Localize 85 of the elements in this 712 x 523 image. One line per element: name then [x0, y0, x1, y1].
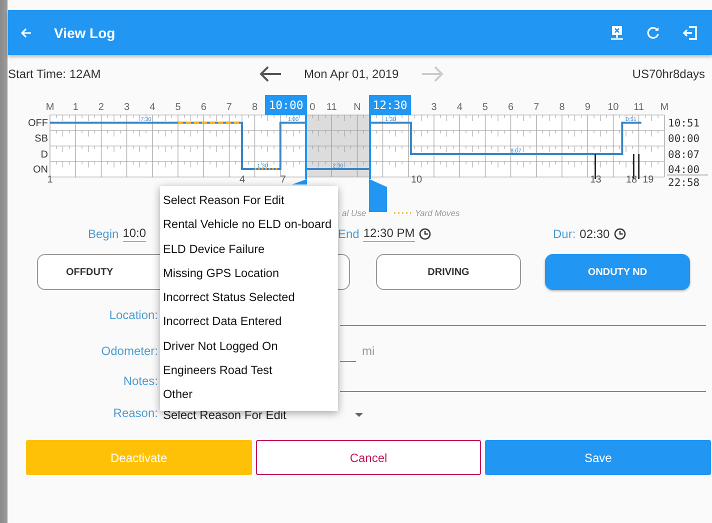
ruleset-label: US70hr8days — [632, 66, 705, 80]
hour-label: 10 — [608, 102, 619, 113]
back-arrow-icon[interactable] — [20, 26, 32, 38]
status-row-label: SB — [34, 134, 48, 144]
duration-label: Dur: — [553, 227, 576, 241]
logout-icon[interactable] — [682, 24, 698, 40]
hour-label: M — [46, 102, 54, 113]
reason-option[interactable]: Missing GPS Location — [160, 260, 338, 286]
hour-label: 9 — [584, 102, 590, 113]
reason-option[interactable]: Rental Vehicle no ELD on-board — [160, 212, 338, 237]
reason-option[interactable]: ELD Device Failure — [160, 236, 338, 261]
reason-dropdown[interactable]: Select Reason For Edit — [163, 408, 363, 426]
event-marker-line — [632, 154, 634, 179]
hour-label: 4 — [150, 102, 156, 113]
hour-label: 2 — [98, 102, 104, 113]
refresh-icon[interactable] — [646, 26, 660, 40]
reason-option[interactable]: Incorrect Data Entered — [160, 309, 338, 334]
yard-move-line — [254, 168, 278, 170]
location-label: Location: — [108, 308, 158, 324]
hour-label: 7 — [226, 102, 232, 113]
event-number: 4 — [239, 174, 245, 186]
status-row-label: D — [40, 150, 48, 160]
computer-x-icon[interactable] — [610, 24, 624, 40]
begin-label: Begin — [88, 227, 119, 241]
log-date: Mon Apr 01, 2019 — [304, 66, 399, 80]
begin-time-field[interactable]: 10:0 — [122, 226, 146, 242]
event-number: 7 — [280, 174, 286, 186]
status-button[interactable]: OFFDUTY — [37, 254, 160, 290]
reason-option[interactable]: Incorrect Status Selected — [160, 285, 338, 310]
event-marker-line — [594, 154, 596, 179]
start-time-label: Start Time: 12AM — [8, 66, 102, 80]
hour-label: 1 — [72, 102, 78, 113]
hour-label: M — [660, 102, 669, 113]
event-number: 13 — [590, 174, 602, 186]
reason-label: Reason: — [112, 406, 158, 422]
clock-icon[interactable] — [418, 228, 431, 240]
selection-line — [369, 115, 371, 179]
status-total: 10:51 — [668, 118, 700, 130]
event-number: 19 — [642, 174, 654, 186]
reason-option[interactable]: Select Reason For Edit — [160, 188, 338, 212]
reason-option[interactable]: Driver Not Logged On — [160, 334, 338, 358]
odometer-unit: mi — [362, 344, 375, 360]
previous-day-arrow-icon[interactable] — [258, 64, 282, 82]
end-label: End — [338, 227, 360, 241]
hour-label: 7 — [534, 102, 540, 113]
hour-label: 8 — [252, 102, 258, 113]
hour-label: 5 — [175, 102, 181, 113]
status-row-label: OFF — [28, 118, 48, 130]
status-total: 00:00 — [668, 133, 700, 145]
hour-label: 6 — [508, 102, 514, 113]
hour-label: 0 — [310, 102, 316, 113]
status-total: 08:07 — [668, 149, 700, 161]
legend-label: al Use — [342, 208, 366, 218]
dropdown-caret-icon — [355, 413, 363, 417]
reason-option[interactable]: Other — [160, 382, 338, 407]
status-button[interactable] — [338, 254, 350, 290]
drag-handle-icon[interactable] — [369, 179, 387, 212]
clock-icon[interactable] — [614, 228, 626, 240]
hour-label: 8 — [559, 102, 565, 113]
hour-label: 3 — [431, 102, 437, 113]
event-number: 10 — [410, 174, 422, 186]
hour-label: 11 — [634, 102, 644, 113]
odometer-label: Odometer: — [100, 344, 158, 360]
status-total: 04:00 — [668, 164, 700, 176]
hour-label: 5 — [482, 102, 488, 113]
event-number: 1 — [47, 174, 53, 186]
grand-total: 22:58 — [668, 177, 700, 189]
hour-label: 4 — [456, 102, 462, 113]
cancel-button[interactable]: Cancel — [256, 440, 482, 475]
yard-move-line — [178, 122, 240, 124]
end-time-field[interactable]: 12:30 PM — [363, 226, 415, 242]
status-row-label: ON — [33, 164, 48, 176]
hour-label: 3 — [124, 102, 130, 113]
reason-option[interactable]: Engineers Road Test — [160, 358, 338, 382]
status-button[interactable]: DRIVING — [376, 254, 521, 290]
legend-label: Yard Moves — [415, 208, 460, 218]
event-marker-line — [638, 154, 640, 179]
hour-label: 11 — [326, 102, 337, 113]
hour-label: 6 — [200, 102, 206, 113]
event-number: 18 — [626, 174, 638, 186]
notes-label: Notes: — [122, 374, 158, 390]
duration-value: 02:30 — [580, 227, 610, 241]
selection-line — [305, 115, 307, 179]
screen-title: View Log — [54, 24, 116, 40]
hour-label: N — [354, 102, 361, 113]
